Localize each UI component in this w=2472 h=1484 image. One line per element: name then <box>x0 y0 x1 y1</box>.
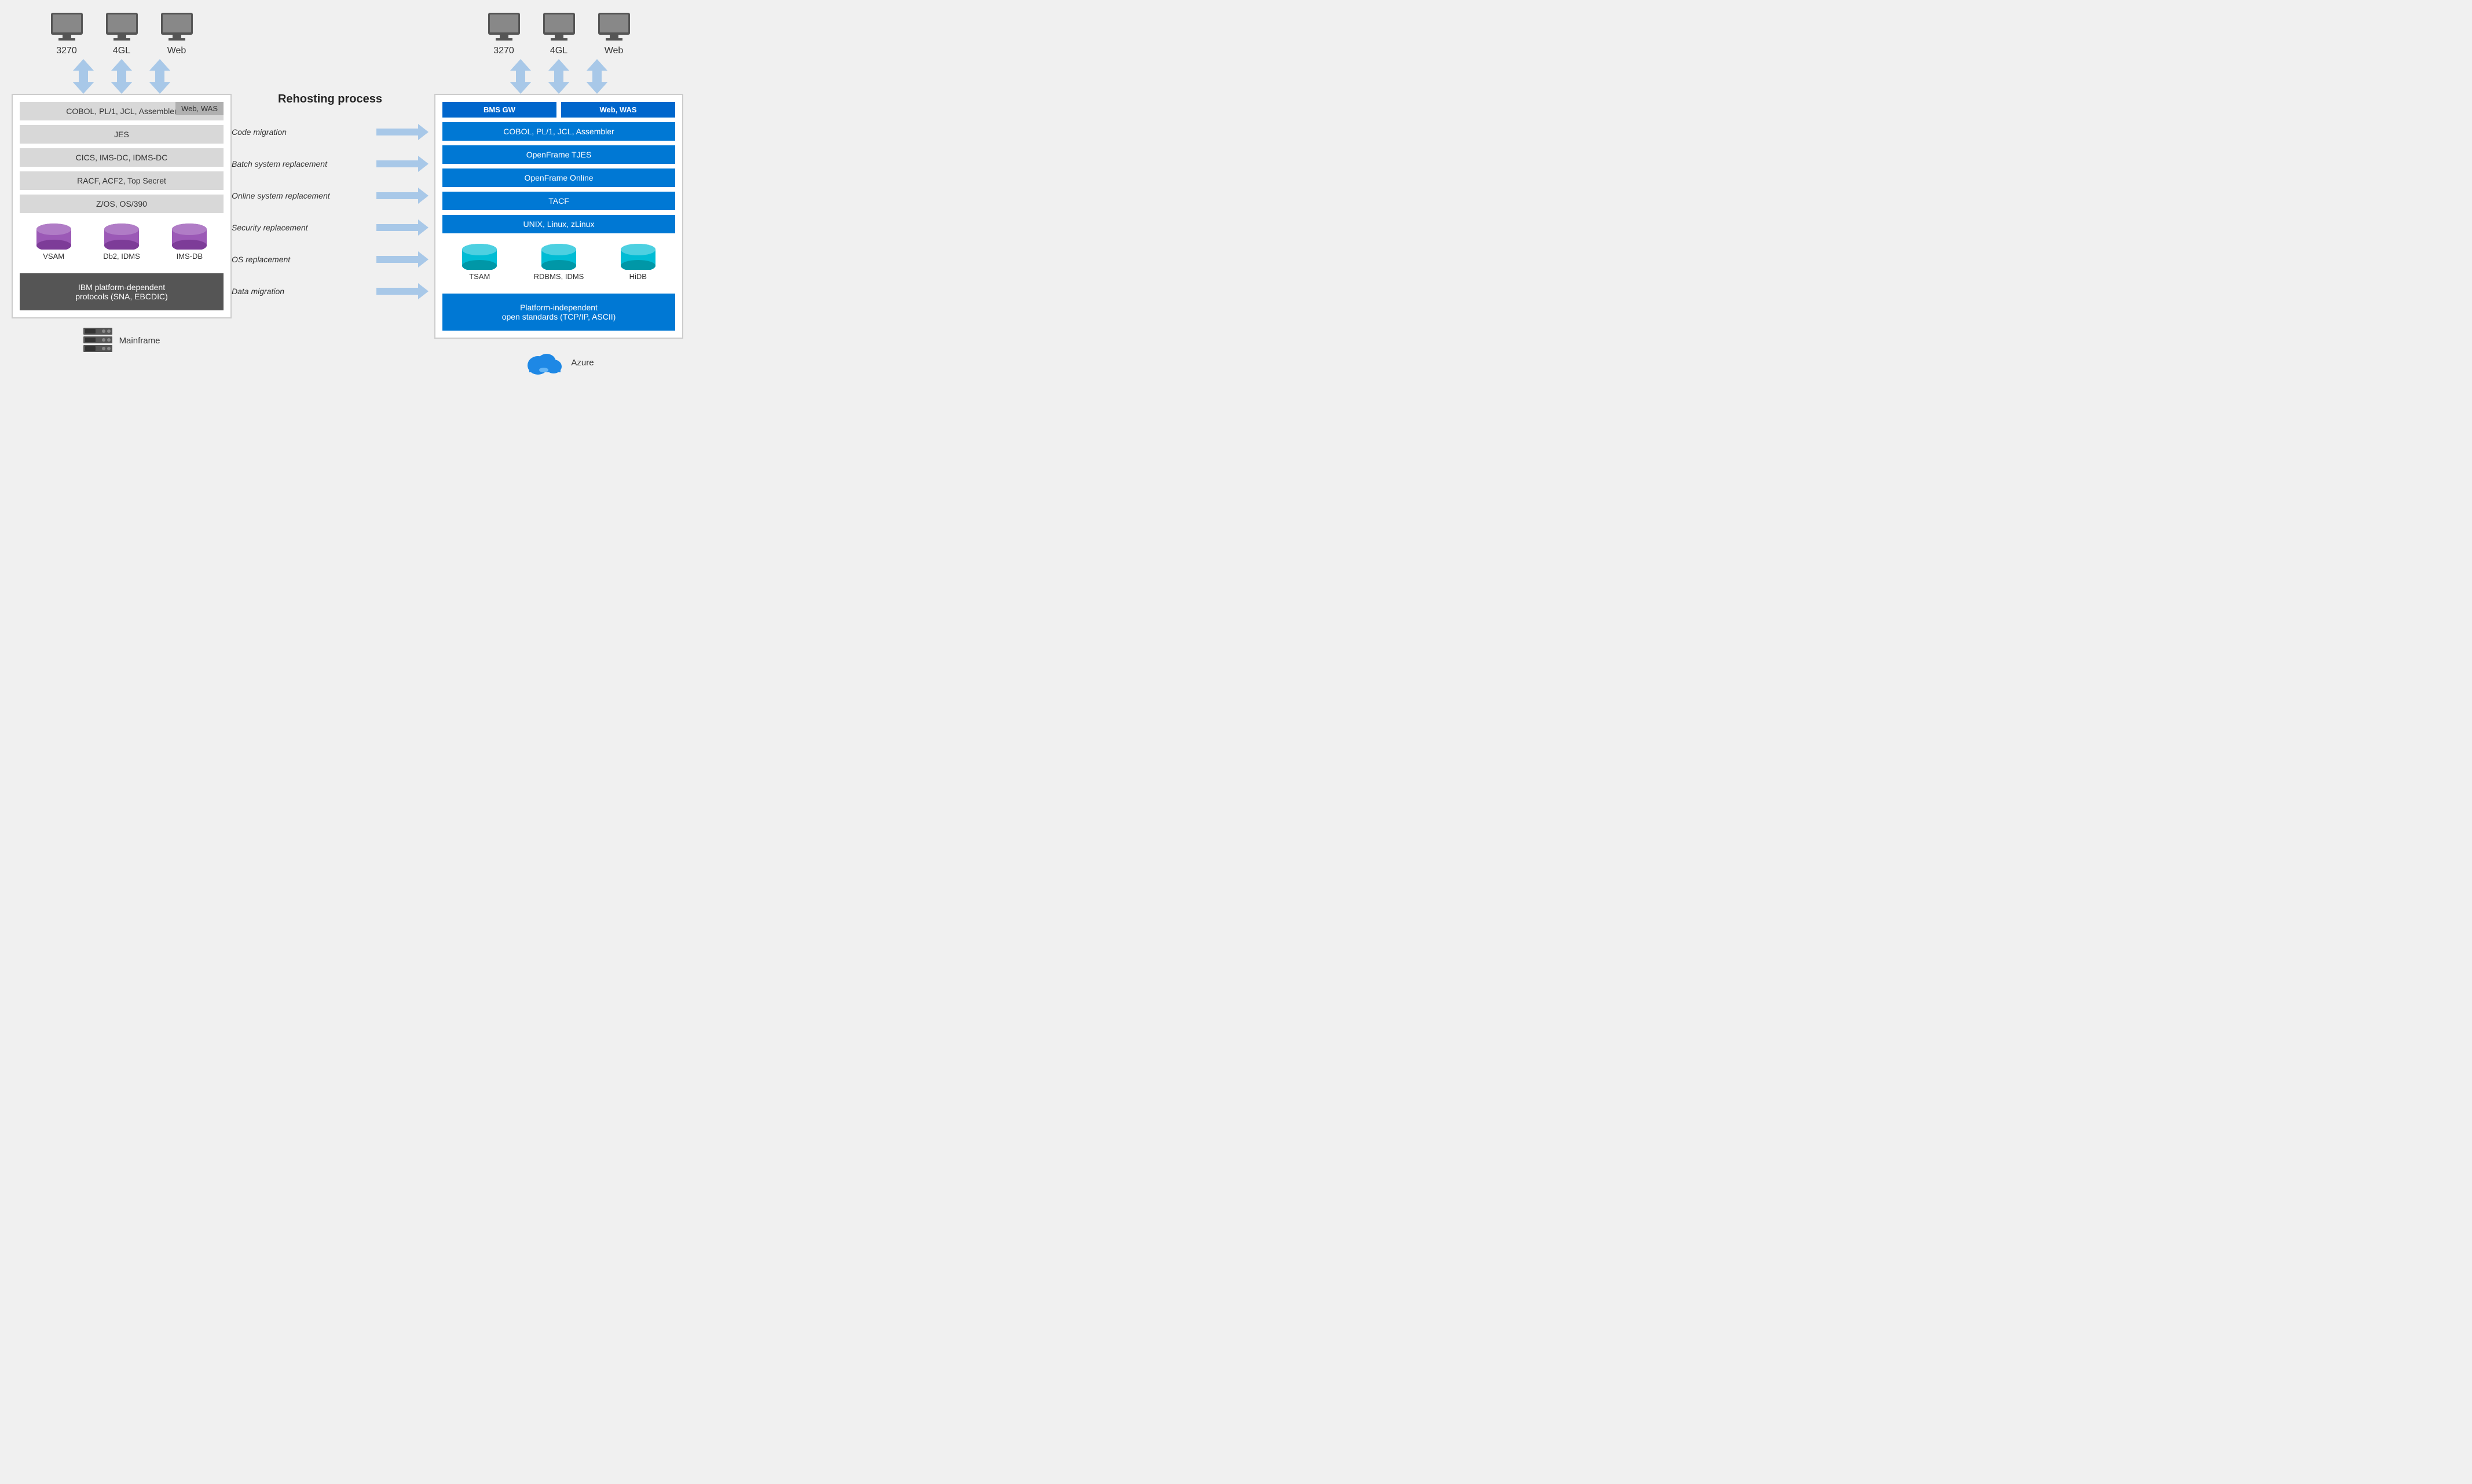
process-label-code: Code migration <box>232 127 376 137</box>
left-arrow-2 <box>111 59 132 94</box>
left-row-racf: RACF, ACF2, Top Secret <box>20 171 224 190</box>
azure-label: Azure <box>571 358 594 368</box>
right-top-row: BMS GW Web, WAS <box>442 102 675 118</box>
process-arrow-os <box>376 251 429 268</box>
bms-gw-tag: BMS GW <box>442 102 556 118</box>
process-row-security: Security replacement <box>232 212 429 244</box>
left-section: 3270 4GL Web <box>12 12 232 354</box>
right-arrow-1 <box>510 59 531 94</box>
right-terminal-4gl: 4GL <box>540 12 578 56</box>
ibm-platform-text: IBM platform-dependent protocols (SNA, E… <box>75 283 167 301</box>
process-row-batch: Batch system replacement <box>232 148 429 180</box>
process-arrow-data <box>376 283 429 299</box>
process-arrow-online <box>376 188 429 204</box>
right-label-4gl: 4GL <box>550 46 567 56</box>
left-terminal-row: 3270 4GL Web <box>48 12 196 56</box>
right-terminal-row: 3270 4GL Web <box>485 12 633 56</box>
right-row-tjes: OpenFrame TJES <box>442 145 675 164</box>
left-label-3270: 3270 <box>56 46 77 56</box>
left-db-vsam-label: VSAM <box>43 252 64 261</box>
right-row-cobol: COBOL, PL/1, JCL, Assembler <box>442 122 675 141</box>
process-row-online: Online system replacement <box>232 180 429 212</box>
right-terminal-web: Web <box>595 12 633 56</box>
right-label-web: Web <box>605 46 624 56</box>
ibm-platform-box: IBM platform-dependent protocols (SNA, E… <box>20 273 224 310</box>
left-arrows <box>73 59 170 94</box>
left-arrow-1 <box>73 59 94 94</box>
right-monitor-icon-3270 <box>485 12 523 43</box>
monitor-icon-3270 <box>48 12 86 43</box>
right-web-was-tag: Web, WAS <box>561 102 675 118</box>
left-db-db2-label: Db2, IDMS <box>103 252 140 261</box>
right-monitor-icon-4gl <box>540 12 578 43</box>
left-box: Web, WAS COBOL, PL/1, JCL, Assembler JES… <box>12 94 232 318</box>
azure-bottom: Azure <box>523 348 594 377</box>
right-row-tacf: TACF <box>442 192 675 210</box>
right-terminal-3270: 3270 <box>485 12 523 56</box>
process-arrow-code <box>376 124 429 140</box>
right-monitor-icon-web <box>595 12 633 43</box>
left-terminal-3270: 3270 <box>48 12 86 56</box>
left-arrow-3 <box>149 59 170 94</box>
left-db-vsam: VSAM <box>34 223 74 261</box>
process-label-data: Data migration <box>232 287 376 296</box>
monitor-icon-4gl <box>103 12 141 43</box>
right-box: BMS GW Web, WAS COBOL, PL/1, JCL, Assemb… <box>434 94 683 339</box>
middle-section: Rehosting process Code migration Batch s… <box>232 12 429 307</box>
process-label-os: OS replacement <box>232 255 376 264</box>
right-row-unix: UNIX, Linux, zLinux <box>442 215 675 233</box>
rdbms-cylinder-icon <box>539 244 579 270</box>
right-arrows <box>510 59 607 94</box>
platform-text: Platform-independent open standards (TCP… <box>502 303 616 321</box>
right-arrow-2 <box>548 59 569 94</box>
process-row-os: OS replacement <box>232 244 429 276</box>
mainframe-bottom: Mainframe <box>83 328 160 354</box>
azure-cloud-icon <box>523 348 564 377</box>
process-label-security: Security replacement <box>232 223 376 232</box>
right-db-rdbms: RDBMS, IDMS <box>534 244 584 281</box>
process-row-data: Data migration <box>232 276 429 307</box>
right-section: 3270 4GL Web <box>434 12 683 377</box>
process-arrow-batch <box>376 156 429 172</box>
platform-box: Platform-independent open standards (TCP… <box>442 294 675 331</box>
left-label-4gl: 4GL <box>113 46 130 56</box>
process-arrow-security <box>376 219 429 236</box>
imsdb-cylinder-icon <box>169 223 210 250</box>
left-row-zos: Z/OS, OS/390 <box>20 195 224 213</box>
left-db-db2: Db2, IDMS <box>101 223 142 261</box>
right-db-tsam-label: TSAM <box>469 272 490 281</box>
right-db-hidb-label: HiDB <box>629 272 647 281</box>
right-db-rdbms-label: RDBMS, IDMS <box>534 272 584 281</box>
hidb-cylinder-icon <box>618 244 658 270</box>
right-db-tsam: TSAM <box>459 244 500 281</box>
vsam-cylinder-icon <box>34 223 74 250</box>
left-db-imsdb-label: IMS-DB <box>177 252 203 261</box>
left-row-cics: CICS, IMS-DC, IDMS-DC <box>20 148 224 167</box>
left-web-was-tag: Web, WAS <box>175 102 224 115</box>
right-row-online: OpenFrame Online <box>442 168 675 187</box>
process-label-batch: Batch system replacement <box>232 159 376 168</box>
left-terminal-web: Web <box>158 12 196 56</box>
left-label-web: Web <box>167 46 186 56</box>
left-terminal-4gl: 4GL <box>103 12 141 56</box>
process-label-online: Online system replacement <box>232 191 376 200</box>
left-db-row: VSAM Db2, IDMS <box>20 218 224 266</box>
mainframe-icon <box>83 328 112 354</box>
mainframe-label: Mainframe <box>119 336 160 346</box>
right-db-hidb: HiDB <box>618 244 658 281</box>
right-label-3270: 3270 <box>493 46 514 56</box>
left-db-imsdb: IMS-DB <box>169 223 210 261</box>
process-rows: Code migration Batch system replacement … <box>232 116 429 307</box>
rehosting-title: Rehosting process <box>278 93 382 106</box>
right-db-row: TSAM RDBMS, IDMS <box>442 238 675 287</box>
tsam-cylinder-icon <box>459 244 500 270</box>
right-arrow-3 <box>587 59 607 94</box>
left-row-jes: JES <box>20 125 224 144</box>
db2-cylinder-icon <box>101 223 142 250</box>
monitor-icon-web <box>158 12 196 43</box>
main-container: 3270 4GL Web <box>12 12 811 377</box>
process-row-code: Code migration <box>232 116 429 148</box>
